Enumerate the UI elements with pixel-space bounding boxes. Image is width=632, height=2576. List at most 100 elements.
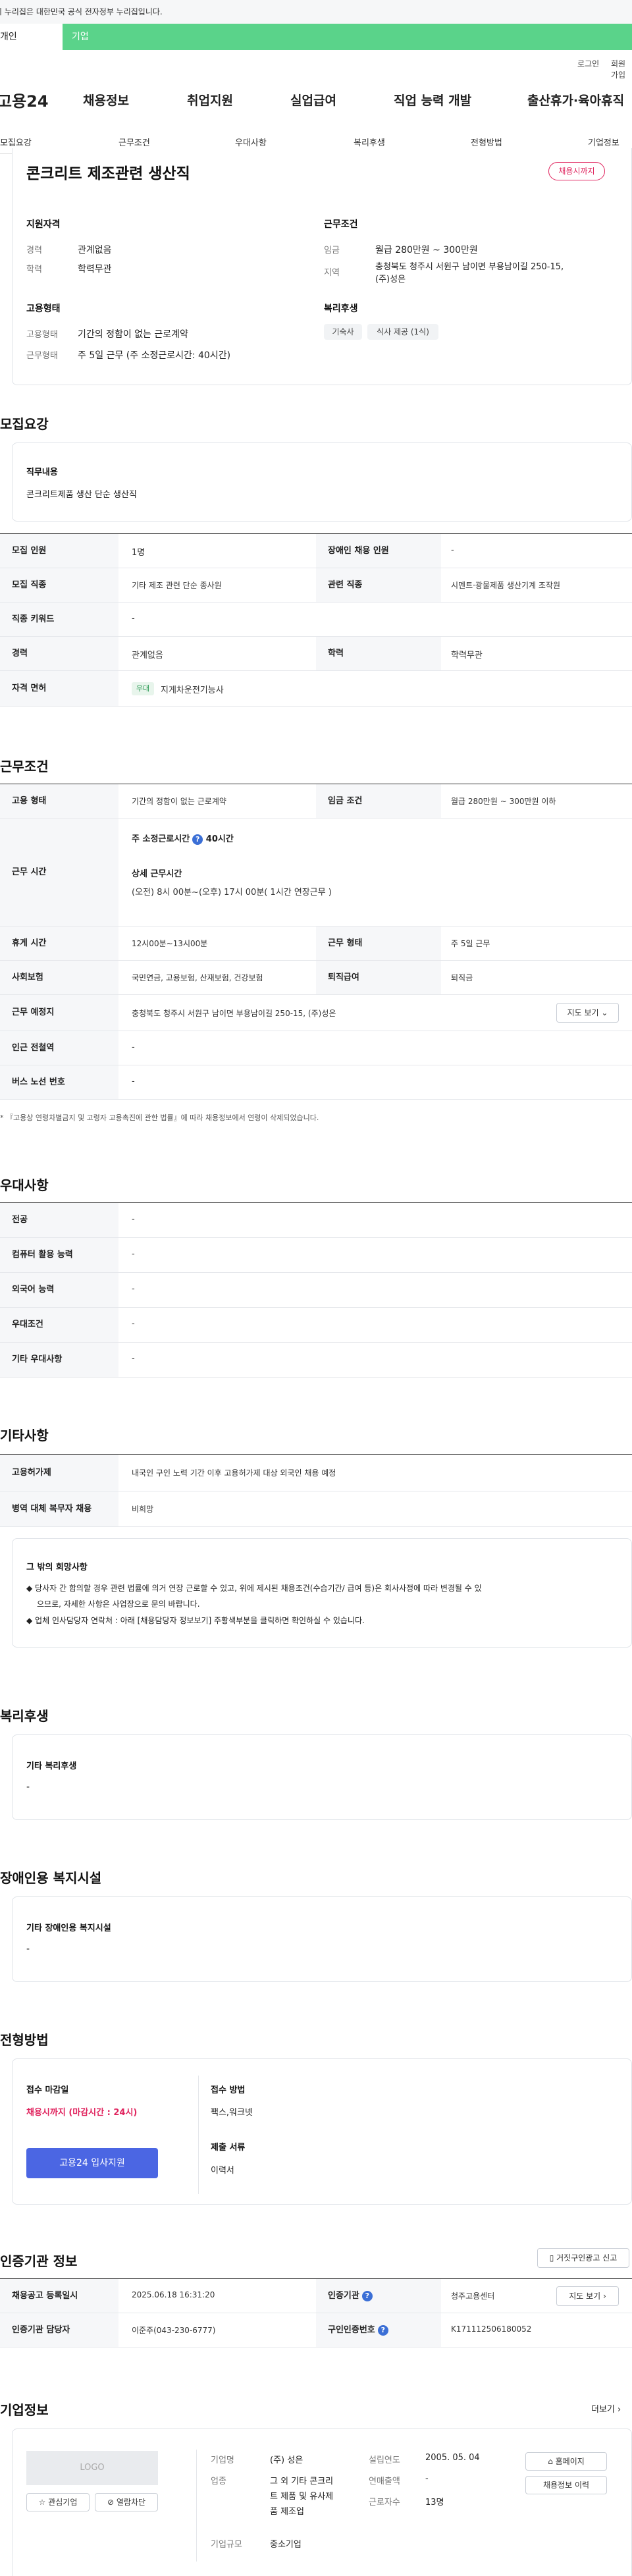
welfare-other-value: - [26,1782,30,1792]
row-value: - [132,1354,135,1364]
site-logo[interactable]: 고용24 [0,88,49,111]
help-icon[interactable]: ? [361,2290,373,2301]
block-company-button[interactable]: ⊘ 열람차단 [95,2493,158,2511]
tab-person-label: 개인 [0,32,17,42]
row-label: 임금 조건 [316,784,441,818]
work-form-label: 근무형태 [26,351,58,361]
gnb-item-unemployment-benefit[interactable]: 실업급여 [290,91,336,109]
row-value: 시멘트·광물제품 생산기계 조작원 [451,581,561,590]
job-title: 콘크리트 제조관련 생산직 [26,165,190,182]
row-label: 인증기관? [316,2279,441,2313]
row-value: 이준주(043-230-6777) [132,2326,216,2335]
global-nav: 고용24 채용정보 취업지원 실업급여 직업 능력 개발 출산휴가·육아휴직 [0,86,632,119]
login-link[interactable]: 로그인 [577,58,599,69]
pref-row-other: 기타 우대사항 - [0,1343,632,1378]
map-view-button[interactable]: 지도 보기 ⌄ [556,1003,619,1023]
area-value-line2: (주)성은 [375,275,406,284]
snb-selection[interactable]: 전형방법 [471,136,502,148]
duty-heading: 직무내용 [26,468,58,477]
row-value: 청주고용센터 [451,2292,495,2301]
row-label: 병역 대체 복무자 채용 [0,1491,118,1526]
help-icon[interactable]: ? [377,2324,388,2336]
docs-value: 이력서 [211,2166,234,2176]
signup-link[interactable]: 회원가입 [611,58,632,80]
row-label: 근무 형태 [316,926,441,960]
job-history-button[interactable]: 채용정보 이력 [525,2476,607,2494]
sales-label: 연매출액 [369,2477,400,2486]
qualification-heading: 지원자격 [26,219,61,230]
industry-label: 업종 [211,2477,226,2486]
deadline-heading: 접수 마감일 [26,2085,69,2095]
row-value: 12시00분~13시00분 [132,939,208,948]
pref-row-condition: 우대조건 - [0,1308,632,1343]
row-value: 학력무관 [451,651,483,660]
industry-value-line2: 트 제품 및 유사제 [270,2492,334,2502]
row-value: 내국인 구인 노력 기간 이후 고용허가제 대상 외국인 채용 예정 [132,1468,336,1478]
tab-corp[interactable]: 기업 [63,24,142,50]
row-label: 관련 직종 [316,568,441,602]
welfare-card [12,1734,632,1820]
gnb-item-job-info[interactable]: 채용정보 [83,91,129,109]
row-label: 모집 인원 [0,534,118,568]
gov-notice-text: 이 누리집은 대한민국 공식 전자정부 누리집입니다. [0,7,163,16]
age-discrimination-note: * 『고용상 연령차별금지 및 고령자 고용촉진에 관한 법률』에 따라 채용정… [0,1114,319,1122]
selection-divider [198,2076,199,2194]
cert-org-label: 인증기관 [328,2291,359,2301]
company-more-label: 더보기 [591,2405,615,2415]
favorite-company-button[interactable]: ☆ 관심기업 [26,2493,90,2511]
star-icon: ☆ [38,2498,46,2507]
education-value: 학력무관 [78,264,112,275]
gnb-item-vocational-training[interactable]: 직업 능력 개발 [394,91,471,109]
row-value: 월급 280만원 ~ 300만원 이하 [451,797,556,806]
area-label: 지역 [324,268,340,278]
etc-section-title: 기타사항 [0,1428,49,1443]
welfare-chip-meal: 식사 제공 (1식) [367,324,438,340]
other-wishes-line3: ◆ 업체 인사담당자 연락처 : 아래 [채용담당자 정보보기] 주황색부분을 … [26,1616,365,1625]
employment-heading: 고용형태 [26,304,61,314]
recruit-row-headcount: 모집 인원 1명 장애인 채용 인원 - [0,534,632,568]
cert-map-button[interactable]: 지도 보기 › [556,2286,619,2306]
sales-value: - [425,2474,429,2484]
help-icon[interactable]: ? [192,834,203,845]
snb-conditions[interactable]: 근무조건 [118,136,150,148]
false-ad-report-button[interactable]: ▯ 거짓구인광고 신고 [537,2248,629,2268]
gnb-item-parental-leave[interactable]: 출산휴가·육아휴직 [527,91,624,109]
row-value: 주 5일 근무 [451,939,490,948]
recruit-row-license: 자격 면허 우대 지게차운전기능사 [0,671,632,707]
disabled-other-value: - [26,1944,30,1954]
snb-welfare[interactable]: 복리후생 [354,136,385,148]
career-value: 관계없음 [78,245,112,255]
row-label: 경력 [0,637,118,670]
career-label: 경력 [26,246,42,255]
homepage-label: 홈페이지 [555,2457,585,2466]
homepage-button[interactable]: ⌂ 홈페이지 [525,2452,607,2471]
row-value: 충청북도 청주시 서원구 남이면 부용남이길 250-15, (주)성은 [132,1009,336,1018]
tab-person[interactable]: 개인 [0,24,63,50]
pref-row-language: 외국어 능력 - [0,1273,632,1308]
row-label: 인증기관 담당자 [0,2313,118,2347]
industry-value-line3: 품 제조업 [270,2507,304,2517]
recruit-row-keyword: 직종 키워드 - [0,603,632,637]
row-value: 퇴직금 [451,973,473,982]
company-more-link[interactable]: 더보기 › [591,2402,621,2415]
pref-row-major: 전공 - [0,1203,632,1238]
apply-button[interactable]: 고용24 입사지원 [26,2148,158,2178]
duty-card [12,443,632,522]
cond-row-subway: 인근 전철역 - [0,1031,632,1065]
pref-row-computer: 컴퓨터 활용 능력 - [0,1238,632,1273]
snb-company[interactable]: 기업정보 [588,136,619,148]
etc-row-military: 병역 대체 복무자 채용 비희망 [0,1491,632,1527]
row-label: 우대조건 [0,1308,118,1342]
row-label: 근무 시간 [0,818,118,926]
favorite-company-label: 관심기업 [48,2498,78,2507]
gnb-item-employment-support[interactable]: 취업지원 [187,91,233,109]
duty-value: 콘크리트제품 생산 단순 생산직 [26,490,137,500]
snb-preferences[interactable]: 우대사항 [235,136,267,148]
row-label: 고용허가제 [0,1455,118,1491]
snb-recruit[interactable]: 모집요강 [0,136,32,148]
company-size-label: 기업규모 [211,2540,242,2550]
cond-row-insurance: 사회보험 국민연금, 고용보험, 산재보험, 건강보험 퇴직급여 퇴직금 [0,961,632,995]
detail-hours-value: (오전) 8시 00분~(오후) 17시 00분( 1시간 연장근무 ) [132,888,332,898]
row-label: 사회보험 [0,961,118,994]
row-label: 직종 키워드 [0,603,118,636]
